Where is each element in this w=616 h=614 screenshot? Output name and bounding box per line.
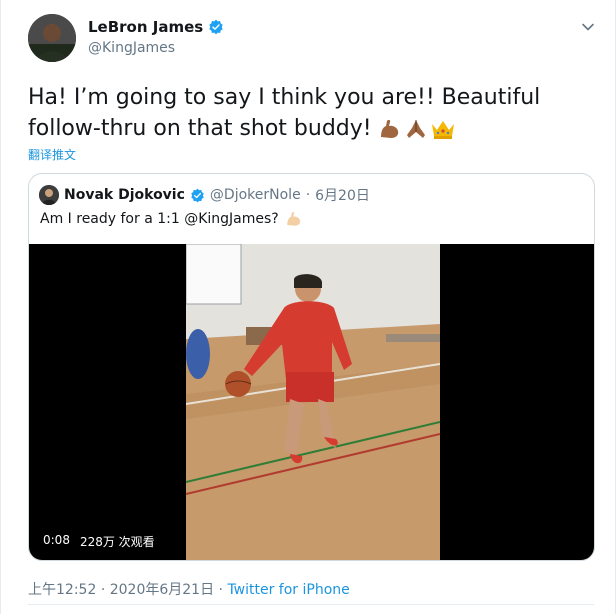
quoted-date: 6月20日 [315,188,370,204]
tweet-date[interactable]: 2020年6月21日 [110,582,214,598]
translate-tweet-link[interactable]: 翻译推文 [28,146,76,163]
video-player[interactable]: 0:08 228万 次观看 [29,244,594,560]
tweet-footer: 上午12:52 · 2020年6月21日 · Twitter for iPhon… [28,579,350,599]
video-views: 228万 次观看 [79,535,155,549]
quoted-text: Am I ready for a 1:1 @KingJames? [40,211,279,227]
video-duration: 0:08 [43,533,70,547]
tweet-time[interactable]: 上午12:52 [28,582,96,598]
quoted-avatar-photo [39,185,59,205]
tweet-text: Ha! I’m going to say I think you are!! B… [28,82,588,144]
quoted-header: Novak Djokovic @DjokerNole · 6月20日 [39,185,370,205]
video-thumbnail [186,244,440,560]
avatar-photo [28,14,76,62]
divider [28,604,594,605]
author-name[interactable]: LeBron James [88,18,203,36]
verified-badge-icon [209,19,223,35]
folded-hands-icon [406,120,425,138]
tweet-body: Ha! I’m going to say I think you are!! B… [28,85,541,141]
footer-separator: · [100,582,106,598]
quoted-text-row: Am I ready for a 1:1 @KingJames? [40,210,303,228]
video-overlay: 0:08 228万 次观看 [43,533,155,550]
verified-badge-icon [191,188,204,202]
flexed-biceps-icon [380,119,398,138]
quoted-handle: @DjokerNole [209,187,301,203]
author-block: LeBron James @KingJames [88,18,224,56]
tweet-emojis [378,117,456,141]
author-handle[interactable]: @KingJames [88,40,224,56]
flexed-biceps-icon [286,212,300,226]
quoted-name: Novak Djokovic [64,187,185,203]
crown-icon [431,121,454,139]
quoted-avatar [39,185,59,205]
author-avatar[interactable] [28,14,76,62]
quoted-tweet[interactable]: Novak Djokovic @DjokerNole · 6月20日 Am I … [28,173,595,561]
quoted-separator: · [305,187,311,203]
footer-separator: · [218,582,223,598]
tweet-card: LeBron James @KingJames Ha! I’m going to… [0,0,616,614]
tweet-source-link[interactable]: Twitter for iPhone [227,582,349,598]
chevron-down-icon[interactable] [580,19,596,35]
